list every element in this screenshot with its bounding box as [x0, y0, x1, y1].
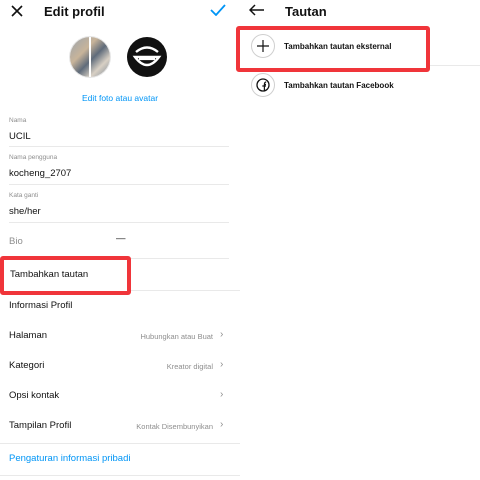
page-row-detail: Hubungkan atau Buat	[140, 332, 213, 341]
avatar-illustration[interactable]	[127, 37, 167, 77]
divider	[9, 146, 229, 147]
back-arrow-icon[interactable]	[249, 4, 265, 16]
plus-icon[interactable]	[251, 34, 275, 58]
profile-display-row-label[interactable]: Tampilan Profil	[9, 420, 71, 431]
contact-options-row-label[interactable]: Opsi kontak	[9, 390, 59, 401]
name-field[interactable]: UCIL	[9, 131, 31, 142]
bio-field[interactable]: —	[116, 233, 126, 244]
page-title: Edit profil	[44, 4, 105, 19]
edit-photo-link[interactable]: Edit foto atau avatar	[0, 93, 240, 103]
close-icon[interactable]	[10, 4, 24, 18]
pronouns-label: Kata ganti	[9, 192, 39, 199]
chevron-right-icon: ›	[220, 419, 224, 430]
edit-profile-panel: Edit profil Edit foto atau avatar Nama U…	[0, 0, 240, 480]
checkmark-icon[interactable]	[210, 4, 226, 16]
profile-display-row-detail: Kontak Disembunyikan	[136, 422, 213, 431]
bio-label: Bio	[9, 236, 23, 247]
links-title: Tautan	[285, 4, 327, 19]
add-external-link-item[interactable]: Tambahkan tautan eksternal	[284, 42, 391, 51]
links-panel: Tautan Tambahkan tautan eksternal Tambah…	[236, 0, 480, 480]
personal-info-settings-link[interactable]: Pengaturan informasi pribadi	[9, 453, 130, 464]
divider	[9, 184, 229, 185]
pronouns-field[interactable]: she/her	[9, 206, 41, 217]
chevron-right-icon: ›	[220, 329, 224, 340]
add-link-item[interactable]: Tambahkan tautan	[10, 269, 88, 280]
divider	[9, 222, 229, 223]
profile-photo-avatar[interactable]	[70, 37, 110, 77]
add-facebook-link-item[interactable]: Tambahkan tautan Facebook	[284, 81, 394, 90]
divider	[0, 443, 240, 444]
chevron-right-icon: ›	[220, 359, 224, 370]
divider	[131, 290, 240, 291]
divider	[430, 65, 480, 66]
page-row-label[interactable]: Halaman	[9, 330, 47, 341]
facebook-icon[interactable]	[251, 73, 275, 97]
username-label: Nama pengguna	[9, 154, 58, 161]
category-row-label[interactable]: Kategori	[9, 360, 44, 371]
divider	[0, 475, 240, 476]
chevron-right-icon: ›	[220, 389, 224, 400]
name-label: Nama	[9, 117, 27, 124]
username-field[interactable]: kocheng_2707	[9, 168, 71, 179]
category-row-detail: Kreator digital	[166, 362, 213, 371]
profile-info-heading: Informasi Profil	[9, 300, 73, 311]
